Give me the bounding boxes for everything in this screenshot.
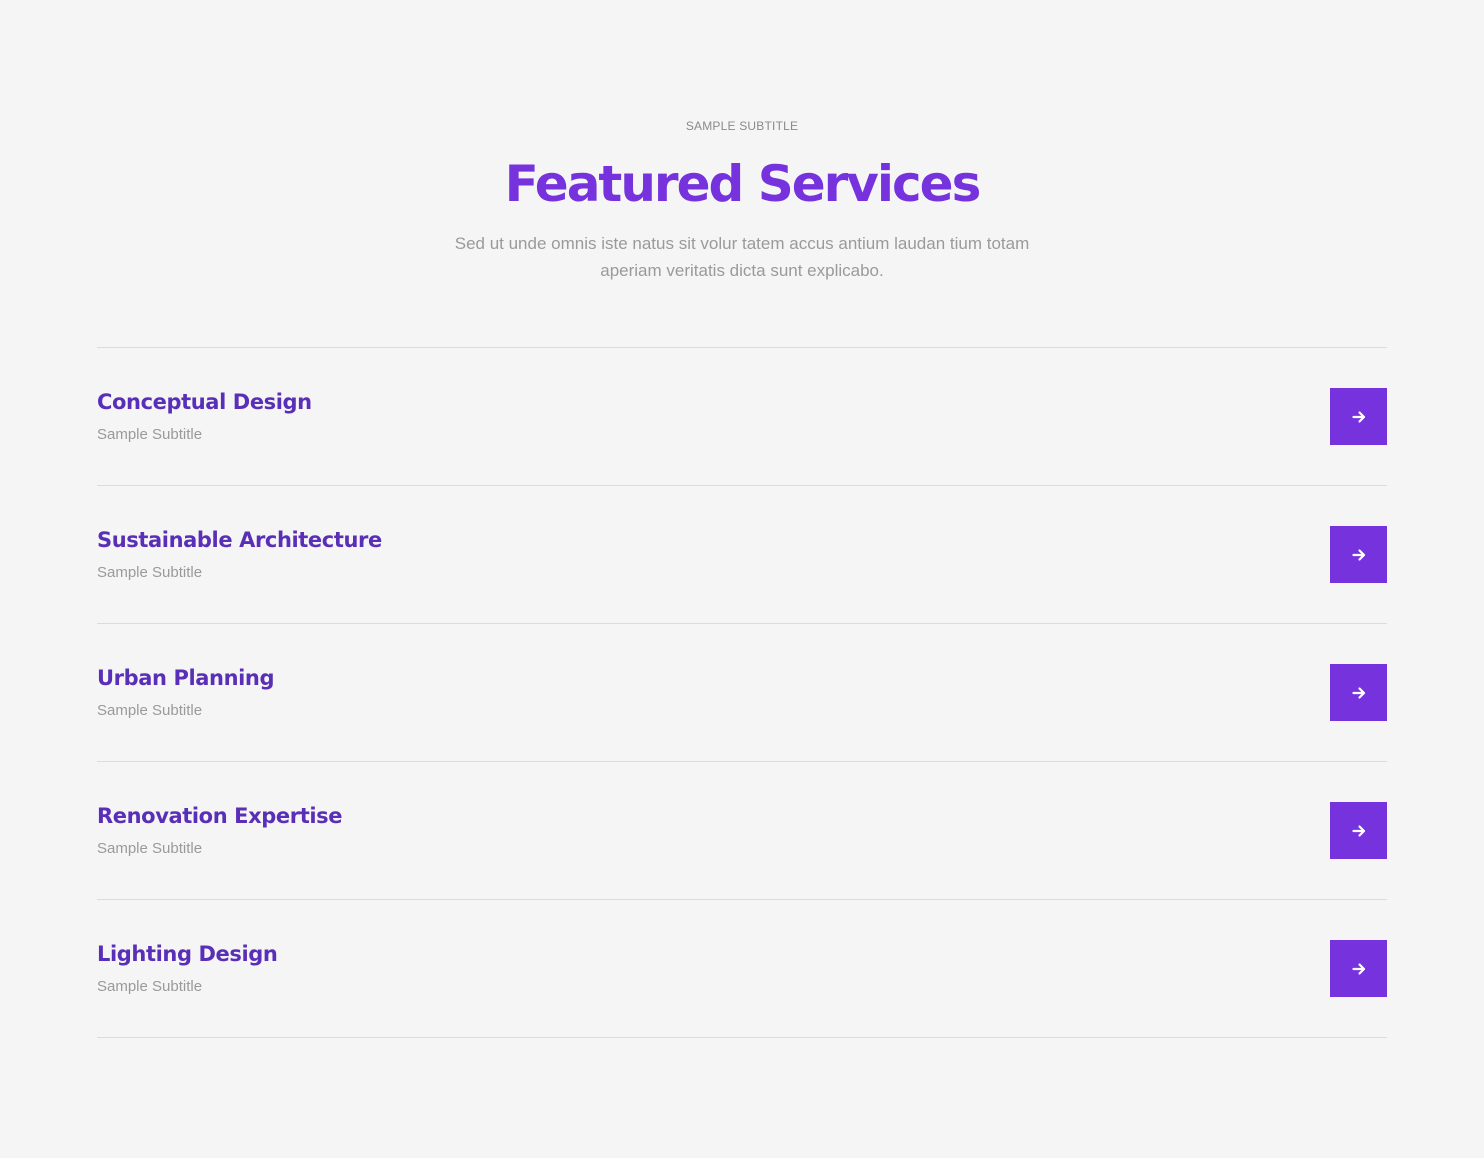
service-arrow-button[interactable]	[1330, 526, 1387, 583]
arrow-right-icon	[1351, 410, 1365, 423]
service-subtitle: Sample Subtitle	[97, 426, 203, 443]
arrow-right-icon	[1351, 824, 1365, 837]
service-subtitle: Sample Subtitle	[97, 840, 203, 857]
service-arrow-button[interactable]	[1330, 664, 1387, 721]
service-arrow-button[interactable]	[1330, 388, 1387, 445]
service-title[interactable]: Conceptual Design	[97, 388, 312, 416]
featured-services-section: SAMPLE SUBTITLE Featured Services Sed ut…	[0, 0, 1484, 1158]
service-arrow-button[interactable]	[1330, 802, 1387, 859]
service-arrow-button[interactable]	[1330, 940, 1387, 997]
service-item: Lighting Design Sample Subtitle	[97, 900, 1387, 1038]
service-title[interactable]: Renovation Expertise	[97, 802, 342, 830]
service-title[interactable]: Lighting Design	[97, 940, 278, 968]
section-eyebrow: SAMPLE SUBTITLE	[685, 119, 799, 133]
service-subtitle: Sample Subtitle	[97, 702, 203, 719]
service-item: Urban Planning Sample Subtitle	[97, 624, 1387, 762]
service-item: Sustainable Architecture Sample Subtitle	[97, 486, 1387, 624]
service-subtitle: Sample Subtitle	[97, 564, 203, 581]
section-title: Featured Services	[504, 155, 982, 213]
service-item: Renovation Expertise Sample Subtitle	[97, 762, 1387, 900]
service-subtitle: Sample Subtitle	[97, 978, 203, 995]
arrow-right-icon	[1351, 962, 1365, 975]
service-title[interactable]: Urban Planning	[97, 664, 275, 692]
arrow-right-icon	[1351, 548, 1365, 561]
section-description: Sed ut unde omnis iste natus sit volur t…	[454, 234, 1030, 280]
service-title[interactable]: Sustainable Architecture	[97, 526, 382, 554]
arrow-right-icon	[1351, 686, 1365, 699]
service-item: Conceptual Design Sample Subtitle	[97, 348, 1387, 486]
services-list: Conceptual Design Sample Subtitle Sustai…	[97, 347, 1387, 1038]
